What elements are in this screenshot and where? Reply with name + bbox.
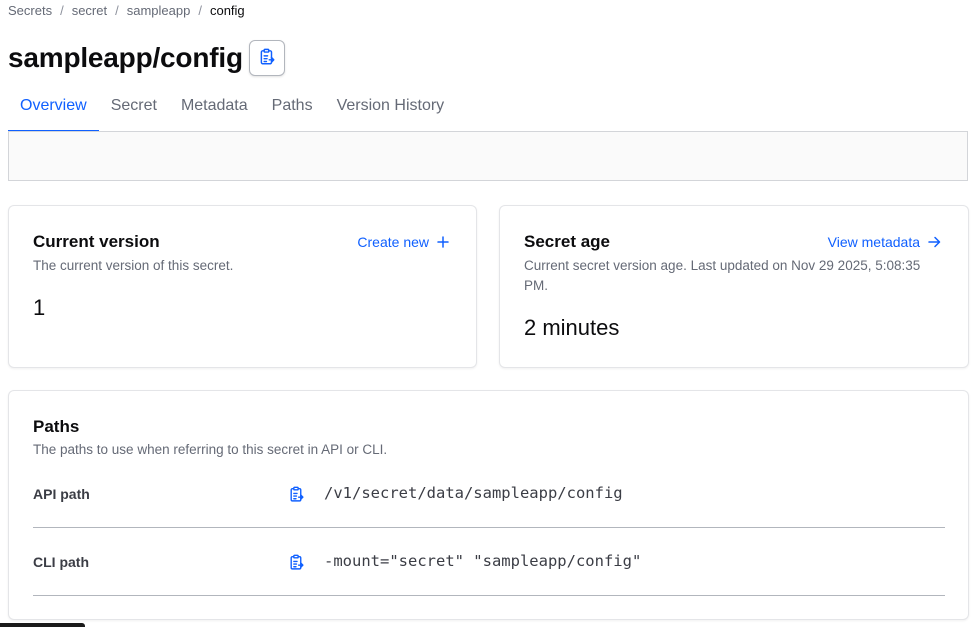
tab-paths[interactable]: Paths bbox=[260, 86, 325, 132]
breadcrumb-separator: / bbox=[60, 3, 64, 18]
tab-metadata[interactable]: Metadata bbox=[169, 86, 260, 132]
clipboard-copy-icon bbox=[258, 48, 276, 69]
breadcrumb-secret[interactable]: secret bbox=[72, 3, 107, 18]
secret-age-card: Secret age Current secret version age. L… bbox=[499, 205, 969, 368]
current-version-card: Current version The current version of t… bbox=[8, 205, 477, 368]
breadcrumb: Secrets / secret / sampleapp / config bbox=[8, 3, 245, 18]
page-header: sampleapp/config bbox=[8, 40, 285, 76]
breadcrumb-separator: / bbox=[198, 3, 202, 18]
toolbar bbox=[8, 131, 968, 181]
breadcrumb-sampleapp[interactable]: sampleapp bbox=[127, 3, 191, 18]
card-title: Current version bbox=[33, 232, 160, 251]
secret-age-value: 2 minutes bbox=[524, 315, 620, 340]
cli-path-label: CLI path bbox=[33, 554, 89, 570]
plus-icon bbox=[437, 236, 449, 248]
clipboard-copy-icon[interactable] bbox=[286, 552, 306, 572]
bottom-overlay-bar bbox=[0, 623, 85, 627]
api-path-value: /v1/secret/data/sampleapp/config bbox=[324, 484, 623, 502]
clipboard-copy-icon[interactable] bbox=[286, 484, 306, 504]
arrow-right-icon bbox=[928, 236, 941, 248]
card-description: Current secret version age. Last updated… bbox=[524, 258, 921, 293]
tab-overview[interactable]: Overview bbox=[8, 86, 99, 132]
tab-version-history[interactable]: Version History bbox=[325, 86, 457, 132]
cli-path-row: CLI path -mount="secret" "sampleapp/conf… bbox=[33, 528, 945, 596]
create-new-button[interactable]: Create new bbox=[357, 234, 449, 250]
card-description: The current version of this secret. bbox=[33, 258, 234, 273]
tab-list: Overview Secret Metadata Paths Version H… bbox=[8, 86, 968, 132]
tab-secret[interactable]: Secret bbox=[99, 86, 169, 132]
view-metadata-label: View metadata bbox=[827, 234, 920, 250]
current-version-value: 1 bbox=[33, 295, 46, 320]
card-title: Secret age bbox=[524, 232, 610, 251]
api-path-label: API path bbox=[33, 486, 90, 502]
create-new-label: Create new bbox=[357, 234, 429, 250]
card-title: Paths bbox=[33, 417, 80, 436]
paths-card: Paths The paths to use when referring to… bbox=[8, 390, 969, 620]
breadcrumb-config: config bbox=[209, 3, 245, 18]
view-metadata-link[interactable]: View metadata bbox=[828, 234, 941, 250]
copy-path-button[interactable] bbox=[248, 40, 285, 76]
breadcrumb-secrets[interactable]: Secrets bbox=[8, 3, 52, 18]
card-description: The paths to use when referring to this … bbox=[33, 442, 388, 457]
page-title: sampleapp/config bbox=[8, 42, 243, 73]
api-path-row: API path /v1/secret/data/sampleapp/confi… bbox=[33, 460, 945, 528]
breadcrumb-separator: / bbox=[115, 3, 119, 18]
cli-path-value: -mount="secret" "sampleapp/config" bbox=[324, 552, 642, 570]
